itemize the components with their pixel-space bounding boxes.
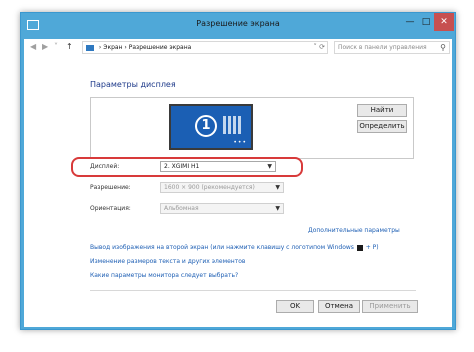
resolution-value: 1600 × 900 (рекомендуется) <box>164 184 255 191</box>
resolution-label: Разрешение: <box>90 184 131 191</box>
cancel-button[interactable]: Отмена <box>318 300 360 313</box>
monitor-settings-help-link[interactable]: Какие параметры монитора следует выбрать… <box>90 272 238 279</box>
search-input[interactable]: Поиск в панели управления ⚲ <box>334 41 450 54</box>
detect-button[interactable]: Найти <box>357 104 407 117</box>
address-bar: ◀ ▶ ˅ ↑ › Экран › Разрешение экрана ˅ ⟳ … <box>24 39 452 58</box>
search-icon[interactable]: ⚲ <box>440 42 446 53</box>
orientation-label: Ориентация: <box>90 205 131 212</box>
page-title: Параметры дисплея <box>90 80 176 89</box>
up-button[interactable]: ↑ <box>66 42 73 51</box>
advanced-settings-link[interactable]: Дополнительные параметры <box>308 227 400 234</box>
resolution-select[interactable]: 1600 × 900 (рекомендуется) ▼ <box>160 182 284 193</box>
windows-logo-icon <box>356 244 363 251</box>
screen-resolution-window: Разрешение экрана — □ ✕ ◀ ▶ ˅ ↑ › Экран … <box>20 12 456 330</box>
monitor-number: 1 <box>195 115 217 137</box>
back-button[interactable]: ◀ <box>30 42 36 51</box>
breadcrumb-item-screen[interactable]: Экран <box>103 44 122 51</box>
display-label: Дисплей: <box>90 163 120 170</box>
chevron-down-icon: ▼ <box>267 163 272 170</box>
ok-button[interactable]: OK <box>276 300 314 313</box>
search-placeholder: Поиск в панели управления <box>338 44 427 51</box>
close-button[interactable]: ✕ <box>434 13 454 31</box>
orientation-select[interactable]: Альбомная ▼ <box>160 203 284 214</box>
control-panel-icon <box>86 44 94 51</box>
chevron-down-icon[interactable]: ˅ <box>313 43 317 51</box>
refresh-icon[interactable]: ⟳ <box>319 43 325 51</box>
title-bar: Разрешение экрана — □ ✕ <box>21 13 455 39</box>
display-preview: 1 ••• Найти Определить <box>90 97 414 159</box>
divider <box>90 290 416 291</box>
text-size-link[interactable]: Изменение размеров текста и других элеме… <box>90 258 245 265</box>
display-select[interactable]: 2. XGIMI H1 ▼ <box>160 161 276 172</box>
orientation-value: Альбомная <box>164 205 199 212</box>
forward-button[interactable]: ▶ <box>42 42 48 51</box>
window-title: Разрешение экрана <box>196 19 280 28</box>
monitor-1-thumbnail[interactable]: 1 ••• <box>169 104 253 150</box>
breadcrumb[interactable]: › Экран › Разрешение экрана ˅ ⟳ <box>82 41 328 54</box>
breadcrumb-item-resolution[interactable]: Разрешение экрана <box>129 44 192 51</box>
breadcrumb-separator: › <box>98 44 102 51</box>
breadcrumb-separator: › <box>124 44 127 51</box>
second-screen-link-text: Вывод изображения на второй экран (или н… <box>90 244 354 251</box>
second-screen-link[interactable]: Вывод изображения на второй экран (или н… <box>90 244 379 251</box>
maximize-button[interactable]: □ <box>419 13 433 31</box>
chevron-down-icon: ▼ <box>275 184 280 191</box>
recent-pages-button[interactable]: ˅ <box>54 42 58 51</box>
start-screen-icon <box>223 116 243 134</box>
second-screen-link-suffix: + P) <box>365 244 379 251</box>
monitor-dots-icon: ••• <box>233 139 247 146</box>
main-content: Параметры дисплея 1 ••• Найти Определить… <box>24 57 452 327</box>
chevron-down-icon: ▼ <box>275 205 280 212</box>
identify-button[interactable]: Определить <box>357 120 407 133</box>
apply-button[interactable]: Применить <box>362 300 418 313</box>
minimize-button[interactable]: — <box>403 13 417 31</box>
window-body: ◀ ▶ ˅ ↑ › Экран › Разрешение экрана ˅ ⟳ … <box>24 39 452 327</box>
display-value: 2. XGIMI H1 <box>164 163 200 170</box>
